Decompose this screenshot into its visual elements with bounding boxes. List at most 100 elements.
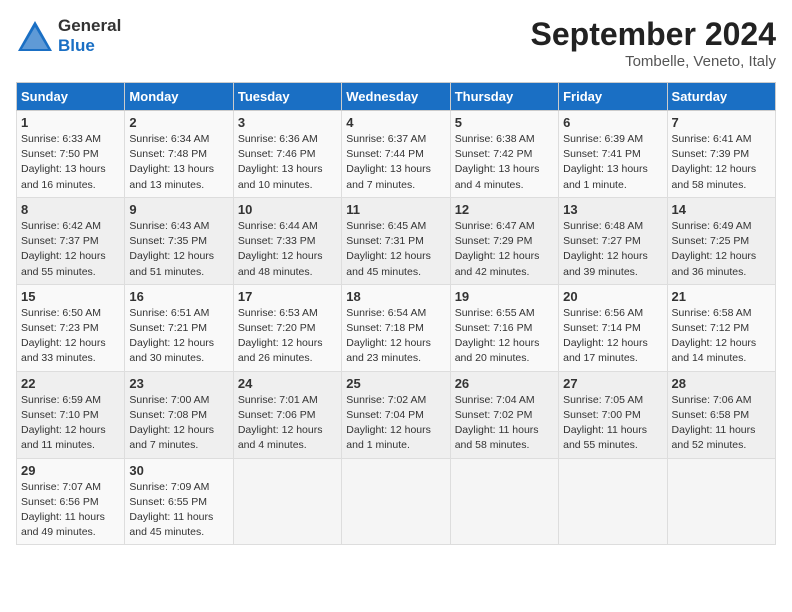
table-row [342, 458, 450, 545]
header-tuesday: Tuesday [233, 83, 341, 111]
daylight-label: Daylight: 12 hours and 42 minutes. [455, 250, 540, 277]
day-number: 11 [346, 202, 445, 217]
sunset-label: Sunset: 7:16 PM [455, 322, 533, 334]
sunset-label: Sunset: 6:58 PM [672, 409, 750, 421]
sunrise-label: Sunrise: 7:01 AM [238, 394, 318, 406]
sunrise-label: Sunrise: 6:41 AM [672, 133, 752, 145]
table-row: 26 Sunrise: 7:04 AM Sunset: 7:02 PM Dayl… [450, 371, 558, 458]
table-row: 17 Sunrise: 6:53 AM Sunset: 7:20 PM Dayl… [233, 284, 341, 371]
table-row: 16 Sunrise: 6:51 AM Sunset: 7:21 PM Dayl… [125, 284, 233, 371]
daylight-label: Daylight: 12 hours and 1 minute. [346, 424, 431, 451]
sunset-label: Sunset: 7:18 PM [346, 322, 424, 334]
daylight-label: Daylight: 13 hours and 10 minutes. [238, 163, 323, 190]
sunset-label: Sunset: 7:02 PM [455, 409, 533, 421]
sunrise-label: Sunrise: 6:48 AM [563, 220, 643, 232]
day-number: 15 [21, 289, 120, 304]
weekday-header-row: Sunday Monday Tuesday Wednesday Thursday… [17, 83, 776, 111]
table-row: 3 Sunrise: 6:36 AM Sunset: 7:46 PM Dayli… [233, 111, 341, 198]
title-block: September 2024 Tombelle, Veneto, Italy [531, 16, 776, 70]
sunset-label: Sunset: 7:33 PM [238, 235, 316, 247]
table-row: 14 Sunrise: 6:49 AM Sunset: 7:25 PM Dayl… [667, 197, 775, 284]
table-row: 2 Sunrise: 6:34 AM Sunset: 7:48 PM Dayli… [125, 111, 233, 198]
cell-info: Sunrise: 6:49 AM Sunset: 7:25 PM Dayligh… [672, 219, 771, 280]
sunset-label: Sunset: 7:04 PM [346, 409, 424, 421]
table-row: 29 Sunrise: 7:07 AM Sunset: 6:56 PM Dayl… [17, 458, 125, 545]
month-title: September 2024 [531, 16, 776, 53]
daylight-label: Daylight: 11 hours and 49 minutes. [21, 511, 105, 538]
cell-info: Sunrise: 6:48 AM Sunset: 7:27 PM Dayligh… [563, 219, 662, 280]
daylight-label: Daylight: 12 hours and 20 minutes. [455, 337, 540, 364]
sunrise-label: Sunrise: 6:55 AM [455, 307, 535, 319]
cell-info: Sunrise: 6:51 AM Sunset: 7:21 PM Dayligh… [129, 306, 228, 367]
table-row: 28 Sunrise: 7:06 AM Sunset: 6:58 PM Dayl… [667, 371, 775, 458]
sunset-label: Sunset: 7:21 PM [129, 322, 207, 334]
daylight-label: Daylight: 12 hours and 14 minutes. [672, 337, 757, 364]
daylight-label: Daylight: 13 hours and 16 minutes. [21, 163, 106, 190]
day-number: 25 [346, 376, 445, 391]
daylight-label: Daylight: 13 hours and 4 minutes. [455, 163, 540, 190]
sunrise-label: Sunrise: 6:33 AM [21, 133, 101, 145]
day-number: 20 [563, 289, 662, 304]
daylight-label: Daylight: 13 hours and 13 minutes. [129, 163, 214, 190]
sunset-label: Sunset: 7:10 PM [21, 409, 99, 421]
cell-info: Sunrise: 6:53 AM Sunset: 7:20 PM Dayligh… [238, 306, 337, 367]
cell-info: Sunrise: 7:04 AM Sunset: 7:02 PM Dayligh… [455, 393, 554, 454]
table-row: 15 Sunrise: 6:50 AM Sunset: 7:23 PM Dayl… [17, 284, 125, 371]
sunrise-label: Sunrise: 7:09 AM [129, 481, 209, 493]
daylight-label: Daylight: 12 hours and 58 minutes. [672, 163, 757, 190]
daylight-label: Daylight: 12 hours and 4 minutes. [238, 424, 323, 451]
sunset-label: Sunset: 7:23 PM [21, 322, 99, 334]
daylight-label: Daylight: 12 hours and 33 minutes. [21, 337, 106, 364]
sunrise-label: Sunrise: 6:56 AM [563, 307, 643, 319]
cell-info: Sunrise: 7:06 AM Sunset: 6:58 PM Dayligh… [672, 393, 771, 454]
table-row: 10 Sunrise: 6:44 AM Sunset: 7:33 PM Dayl… [233, 197, 341, 284]
sunset-label: Sunset: 7:27 PM [563, 235, 641, 247]
table-row: 9 Sunrise: 6:43 AM Sunset: 7:35 PM Dayli… [125, 197, 233, 284]
sunrise-label: Sunrise: 7:07 AM [21, 481, 101, 493]
day-number: 1 [21, 115, 120, 130]
cell-info: Sunrise: 6:39 AM Sunset: 7:41 PM Dayligh… [563, 132, 662, 193]
cell-info: Sunrise: 6:36 AM Sunset: 7:46 PM Dayligh… [238, 132, 337, 193]
daylight-label: Daylight: 12 hours and 23 minutes. [346, 337, 431, 364]
cell-info: Sunrise: 6:43 AM Sunset: 7:35 PM Dayligh… [129, 219, 228, 280]
calendar-week-row: 8 Sunrise: 6:42 AM Sunset: 7:37 PM Dayli… [17, 197, 776, 284]
table-row: 30 Sunrise: 7:09 AM Sunset: 6:55 PM Dayl… [125, 458, 233, 545]
daylight-label: Daylight: 12 hours and 11 minutes. [21, 424, 106, 451]
sunset-label: Sunset: 7:31 PM [346, 235, 424, 247]
day-number: 4 [346, 115, 445, 130]
day-number: 2 [129, 115, 228, 130]
sunrise-label: Sunrise: 6:36 AM [238, 133, 318, 145]
day-number: 23 [129, 376, 228, 391]
sunset-label: Sunset: 7:41 PM [563, 148, 641, 160]
day-number: 27 [563, 376, 662, 391]
day-number: 22 [21, 376, 120, 391]
daylight-label: Daylight: 13 hours and 7 minutes. [346, 163, 431, 190]
sunrise-label: Sunrise: 7:05 AM [563, 394, 643, 406]
table-row: 1 Sunrise: 6:33 AM Sunset: 7:50 PM Dayli… [17, 111, 125, 198]
day-number: 21 [672, 289, 771, 304]
sunrise-label: Sunrise: 6:42 AM [21, 220, 101, 232]
cell-info: Sunrise: 6:54 AM Sunset: 7:18 PM Dayligh… [346, 306, 445, 367]
table-row: 24 Sunrise: 7:01 AM Sunset: 7:06 PM Dayl… [233, 371, 341, 458]
table-row [667, 458, 775, 545]
sunrise-label: Sunrise: 6:53 AM [238, 307, 318, 319]
table-row [559, 458, 667, 545]
calendar-week-row: 1 Sunrise: 6:33 AM Sunset: 7:50 PM Dayli… [17, 111, 776, 198]
logo-text-general: General [58, 16, 121, 35]
daylight-label: Daylight: 11 hours and 45 minutes. [129, 511, 213, 538]
cell-info: Sunrise: 6:50 AM Sunset: 7:23 PM Dayligh… [21, 306, 120, 367]
table-row: 27 Sunrise: 7:05 AM Sunset: 7:00 PM Dayl… [559, 371, 667, 458]
day-number: 7 [672, 115, 771, 130]
header-wednesday: Wednesday [342, 83, 450, 111]
header-sunday: Sunday [17, 83, 125, 111]
cell-info: Sunrise: 7:02 AM Sunset: 7:04 PM Dayligh… [346, 393, 445, 454]
cell-info: Sunrise: 7:07 AM Sunset: 6:56 PM Dayligh… [21, 480, 120, 541]
table-row: 8 Sunrise: 6:42 AM Sunset: 7:37 PM Dayli… [17, 197, 125, 284]
cell-info: Sunrise: 6:34 AM Sunset: 7:48 PM Dayligh… [129, 132, 228, 193]
daylight-label: Daylight: 12 hours and 36 minutes. [672, 250, 757, 277]
cell-info: Sunrise: 6:59 AM Sunset: 7:10 PM Dayligh… [21, 393, 120, 454]
table-row: 6 Sunrise: 6:39 AM Sunset: 7:41 PM Dayli… [559, 111, 667, 198]
table-row: 4 Sunrise: 6:37 AM Sunset: 7:44 PM Dayli… [342, 111, 450, 198]
cell-info: Sunrise: 6:37 AM Sunset: 7:44 PM Dayligh… [346, 132, 445, 193]
cell-info: Sunrise: 6:58 AM Sunset: 7:12 PM Dayligh… [672, 306, 771, 367]
